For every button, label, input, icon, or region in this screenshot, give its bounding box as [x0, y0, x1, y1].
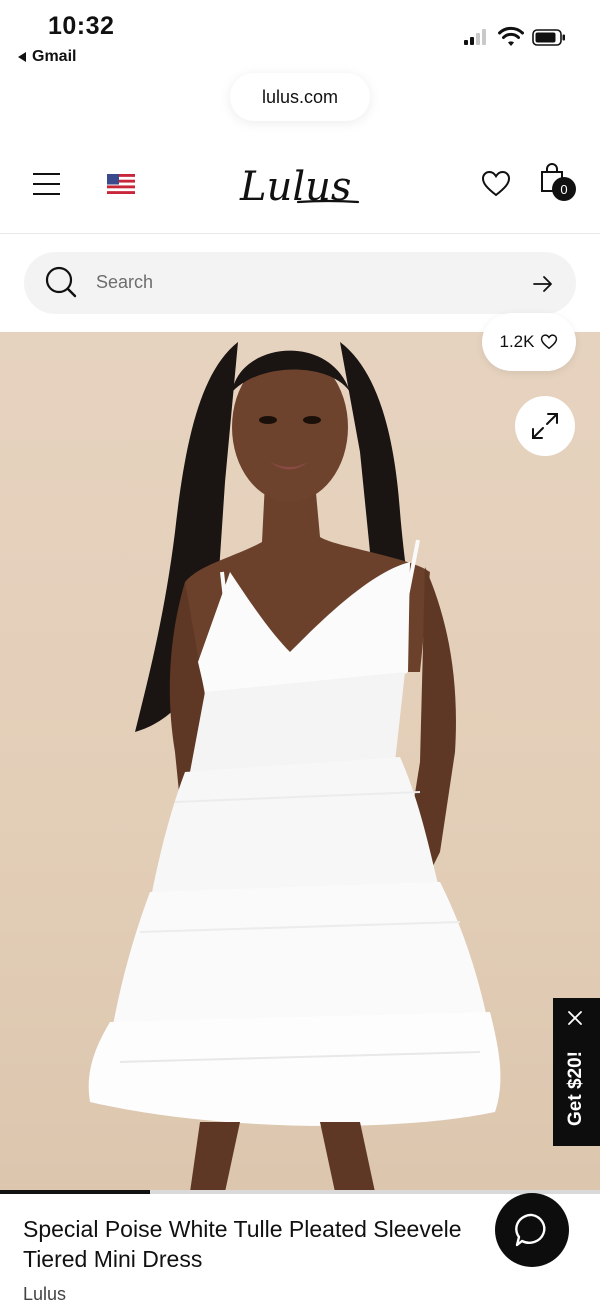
chat-button[interactable] — [495, 1193, 569, 1267]
wishlist-heart-icon[interactable] — [481, 170, 511, 198]
expand-image-button[interactable] — [515, 396, 575, 456]
chat-bubble-icon — [515, 1213, 546, 1247]
url-bar[interactable]: lulus.com — [230, 73, 370, 121]
lulus-logo[interactable]: Lulus — [238, 160, 360, 212]
search-submit-arrow-icon[interactable] — [532, 275, 554, 293]
product-title-line1: Special Poise White Tulle Pleated Sleeve… — [23, 1216, 462, 1242]
us-flag-icon[interactable] — [107, 174, 135, 194]
search-icon[interactable] — [44, 265, 78, 299]
expand-icon — [532, 413, 558, 439]
heart-icon — [541, 334, 558, 350]
menu-icon[interactable] — [33, 173, 60, 195]
product-title: Special Poise White Tulle Pleated Sleeve… — [23, 1214, 543, 1274]
back-triangle-icon — [18, 52, 26, 62]
search-input[interactable] — [96, 264, 496, 300]
promo-label[interactable]: Get $20! — [564, 1040, 588, 1138]
like-count: 1.2K — [499, 332, 535, 351]
like-button[interactable]: 1.2K — [482, 313, 576, 371]
back-to-app-link[interactable]: Gmail — [18, 48, 76, 66]
wifi-icon — [498, 26, 524, 46]
logo-text: Lulus — [239, 164, 351, 210]
battery-icon — [532, 29, 565, 46]
model-illustration — [88, 342, 501, 1192]
status-time: 10:32 — [48, 12, 115, 40]
cart-count-badge: 0 — [552, 177, 576, 201]
gallery-progress-fill — [0, 1190, 150, 1194]
back-app-label: Gmail — [32, 48, 77, 65]
product-image[interactable] — [0, 332, 600, 1192]
header-divider — [0, 233, 600, 234]
product-brand[interactable]: Lulus — [23, 1284, 66, 1305]
product-title-line2: Tiered Mini Dress — [23, 1246, 203, 1272]
cellular-signal-icon — [464, 29, 486, 45]
close-icon[interactable] — [565, 1008, 585, 1028]
